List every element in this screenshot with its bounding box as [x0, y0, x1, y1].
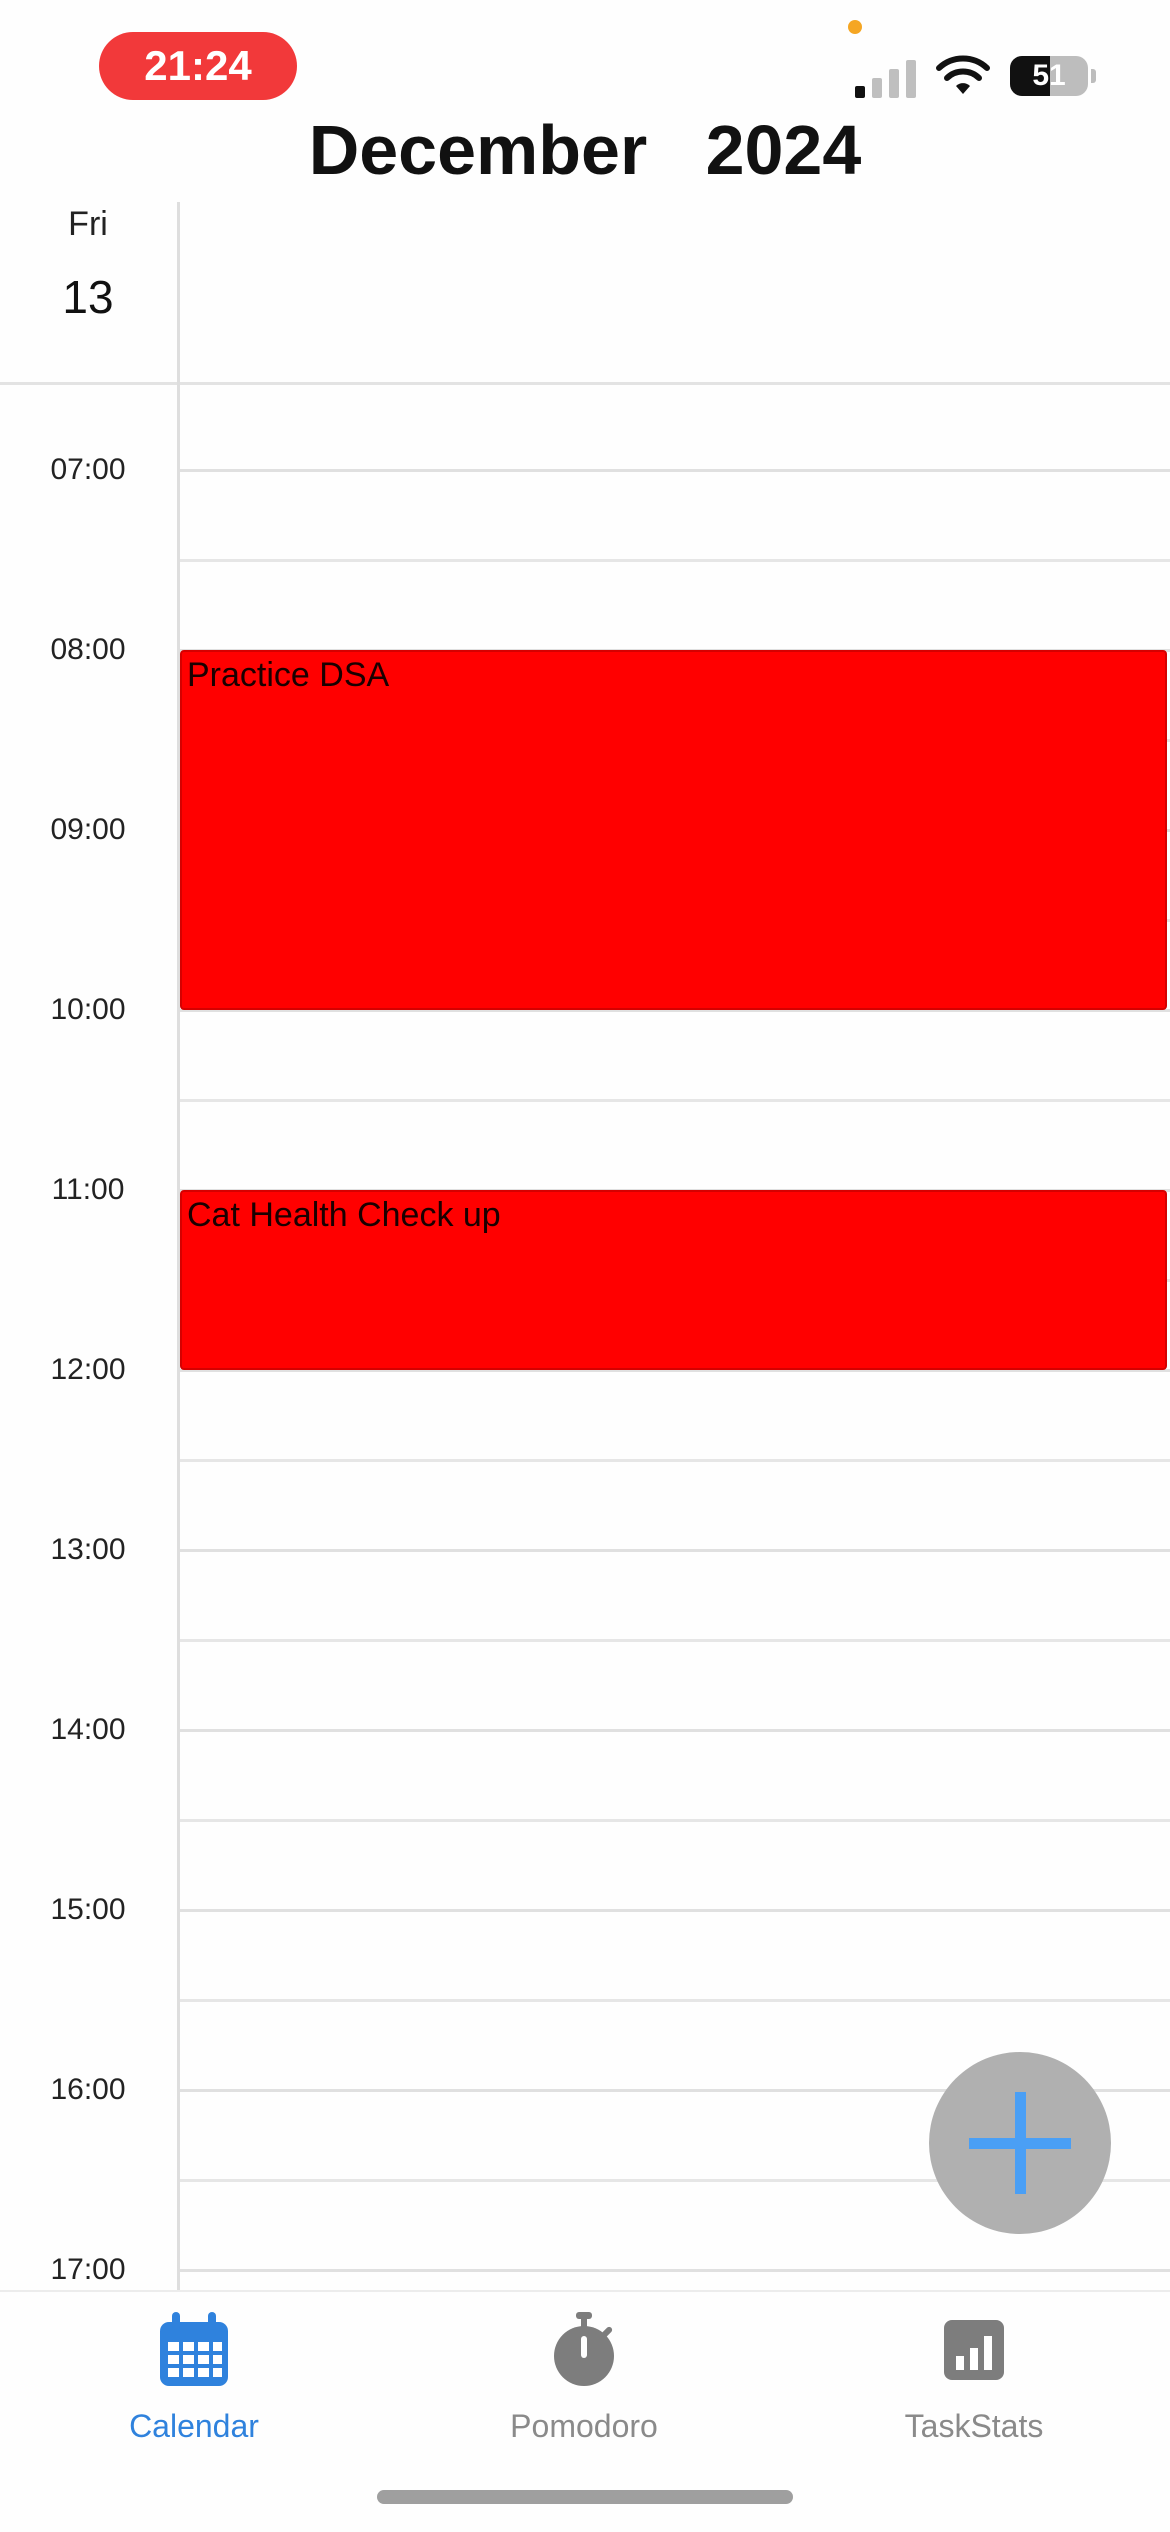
half-hour-gridline [180, 1639, 1170, 1642]
stopwatch-icon [554, 2312, 614, 2386]
tab-taskstats[interactable]: TaskStats [824, 2310, 1124, 2445]
bar-chart-icon [944, 2320, 1004, 2380]
hour-label: 11:00 [51, 1173, 125, 1206]
hour-label: 14:00 [50, 1713, 126, 1746]
day-timeline[interactable]: 07:00 08:00 09:00 10:00 11:00 12:00 13:00 14:00… [0, 0, 1170, 2290]
half-hour-gridline [180, 1099, 1170, 1102]
tab-label-calendar: Calendar [129, 2408, 259, 2444]
hour-label: 10:00 [50, 993, 126, 1026]
hour-label: 17:00 [50, 2253, 126, 2286]
hour-label: 13:00 [50, 1533, 126, 1566]
hour-label: 07:00 [50, 453, 126, 486]
hour-label: 09:00 [50, 813, 126, 846]
half-hour-gridline [180, 1999, 1170, 2002]
half-hour-gridline [180, 1459, 1170, 1462]
hour-label: 12:00 [50, 1353, 126, 1386]
event-title: Cat Health Check up [187, 1196, 501, 1234]
hour-label: 15:00 [50, 1893, 126, 1926]
tab-bar-divider [0, 2290, 1170, 2292]
half-hour-gridline [180, 1819, 1170, 1822]
hour-gridline [180, 1729, 1170, 1732]
half-hour-gridline [180, 559, 1170, 562]
hour-gridline [180, 1549, 1170, 1552]
tab-label-pomodoro: Pomodoro [510, 2408, 658, 2444]
hour-gridline [180, 469, 1170, 472]
calendar-icon [160, 2312, 228, 2386]
tab-label-taskstats: TaskStats [904, 2408, 1044, 2444]
hour-label: 16:00 [50, 2073, 126, 2106]
home-indicator [377, 2490, 793, 2504]
event-block[interactable]: Practice DSA [180, 650, 1167, 1010]
add-event-button[interactable] [929, 2052, 1111, 2234]
event-block[interactable]: Cat Health Check up [180, 1190, 1167, 1370]
tab-pomodoro[interactable]: Pomodoro [434, 2310, 734, 2445]
hour-label: 08:00 [50, 633, 126, 666]
hour-gridline [180, 1909, 1170, 1912]
event-title: Practice DSA [187, 656, 390, 694]
plus-icon [969, 2092, 1071, 2194]
time-column-divider [177, 202, 180, 2290]
tab-calendar[interactable]: Calendar [44, 2310, 344, 2445]
hour-gridline [180, 2269, 1170, 2272]
